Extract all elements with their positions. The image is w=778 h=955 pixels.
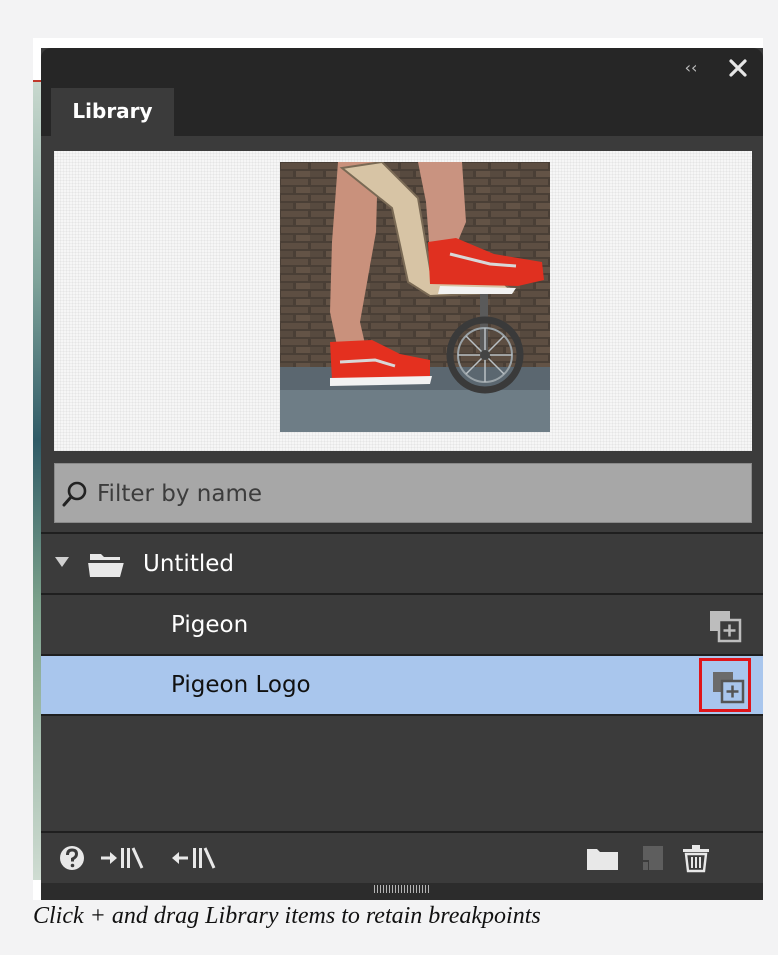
tab-bar: Library [41, 88, 763, 136]
divider [41, 532, 763, 534]
folder-icon [88, 554, 124, 577]
panel-title-bar[interactable]: ‹‹ [41, 48, 763, 88]
grip-lines [374, 885, 430, 893]
item-label: Pigeon Logo [171, 672, 311, 698]
library-item-pigeon-logo[interactable]: Pigeon Logo [41, 656, 763, 714]
triangle-down-icon[interactable] [55, 557, 69, 567]
filter-placeholder: Filter by name [97, 481, 263, 507]
close-icon[interactable] [723, 53, 753, 83]
help-icon[interactable] [57, 843, 87, 873]
new-item-icon[interactable] [637, 843, 667, 873]
search-icon [62, 481, 87, 507]
double-chevron-left-icon[interactable]: ‹‹ [677, 54, 705, 82]
tab-library[interactable]: Library [51, 88, 174, 136]
group-row-untitled[interactable]: Untitled [41, 535, 763, 593]
item-preview [54, 151, 752, 451]
preview-image [280, 162, 550, 432]
item-label: Pigeon [171, 612, 249, 638]
caption: Click + and drag Library items to retain… [33, 903, 541, 929]
add-to-page-icon[interactable] [707, 608, 743, 644]
import-from-library-icon[interactable] [169, 843, 229, 873]
export-to-library-icon[interactable] [97, 843, 157, 873]
group-label: Untitled [143, 551, 234, 577]
canvas-guide-mark [33, 80, 41, 82]
add-to-page-icon[interactable] [699, 658, 751, 712]
new-folder-icon[interactable] [585, 843, 621, 873]
divider [41, 714, 763, 716]
trash-icon[interactable] [679, 843, 713, 873]
library-panel: ‹‹ Library Filter by name Untitled Pigeo… [41, 48, 763, 900]
divider [41, 593, 763, 595]
library-item-pigeon[interactable]: Pigeon [41, 596, 763, 654]
resize-grip[interactable] [41, 883, 763, 900]
panel-toolbar [41, 833, 763, 883]
filter-field[interactable]: Filter by name [54, 463, 752, 523]
